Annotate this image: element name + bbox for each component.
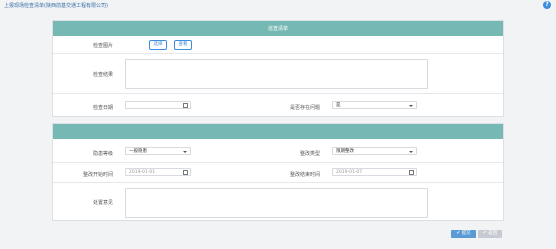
chevron-down-icon [409, 105, 413, 107]
help-icon[interactable]: ? [543, 1, 551, 9]
hazard-level-select[interactable]: 一般隐患 [125, 147, 191, 155]
rectify-end-label: 整改结束时间 [289, 172, 320, 178]
rectify-type-label: 整改类型 [299, 151, 320, 157]
hazard-level-label: 隐患等级 [92, 151, 113, 157]
has-problem-value: 是 [336, 103, 341, 108]
row-divider [53, 162, 503, 163]
page-title: 上报现场检查清单(陕西前基交通工程有限公司) [4, 3, 108, 9]
check-image-label: 检查图片 [92, 43, 113, 49]
check-result-label: 检查结果 [92, 72, 113, 78]
chevron-down-icon [409, 151, 413, 153]
rectify-type-value: 限期整改 [336, 149, 354, 154]
rectify-start-input[interactable]: 2019-01-01 [125, 168, 191, 176]
calendar-icon[interactable] [183, 170, 188, 175]
panel-header: 巡查清单 [53, 21, 503, 36]
check-date-input[interactable] [125, 101, 191, 109]
hazard-level-value: 一般隐患 [129, 149, 147, 154]
rectify-start-label: 整改开始时间 [82, 172, 113, 178]
has-problem-label: 是否存在问题 [289, 105, 320, 111]
view-image-button[interactable]: 查看 [174, 40, 192, 50]
check-date-label: 检查日期 [92, 105, 113, 111]
row-divider [53, 53, 503, 54]
submit-button[interactable]: ✔ 提交 [451, 230, 476, 238]
has-problem-select[interactable]: 是 [332, 101, 417, 109]
chevron-down-icon [183, 151, 187, 153]
back-button[interactable]: ↶ 返回 [478, 230, 502, 238]
rectify-end-placeholder: 2019-01-07 [336, 170, 363, 175]
top-bar: 上报现场检查清单(陕西前基交通工程有限公司) ? [0, 0, 556, 10]
check-result-textarea[interactable] [125, 59, 428, 89]
rectify-end-input[interactable]: 2019-01-07 [332, 168, 417, 176]
rectification-panel: 隐患等级 一般隐患 整改类型 限期整改 整改开始时间 2019-01-01 整改… [52, 123, 504, 221]
remark-textarea[interactable] [125, 188, 428, 218]
rectify-type-select[interactable]: 限期整改 [332, 147, 417, 155]
row-divider [53, 93, 503, 94]
inspection-panel: 巡查清单 检查图片 选择 查看 检查结果 检查日期 是否存在问题 是 [52, 20, 504, 117]
remark-label: 处置意见 [92, 200, 113, 206]
panel-header [53, 124, 503, 139]
panel-title: 巡查清单 [267, 26, 288, 32]
calendar-icon[interactable] [409, 170, 414, 175]
rectify-start-placeholder: 2019-01-01 [129, 170, 156, 175]
calendar-icon[interactable] [183, 103, 188, 108]
select-image-button[interactable]: 选择 [149, 40, 167, 50]
row-divider [53, 182, 503, 183]
